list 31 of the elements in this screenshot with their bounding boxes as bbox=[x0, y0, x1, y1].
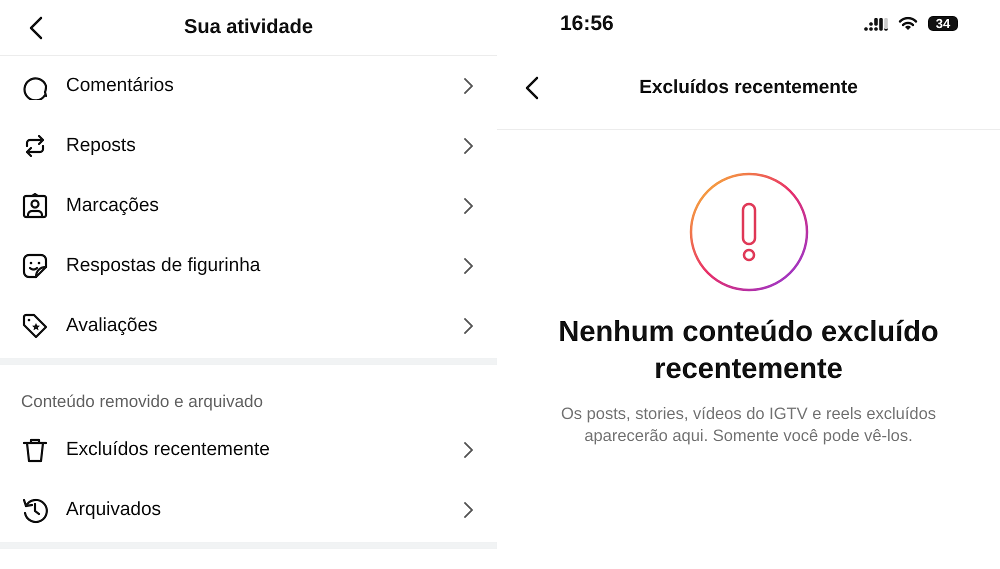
menu-item[interactable]: Avaliações bbox=[0, 296, 497, 356]
empty-description: Os posts, stories, vídeos do IGTV e reels excluídos aparecerão aqui. Somente você pode vê-los. bbox=[560, 404, 938, 447]
page-title: Sua atividade bbox=[183, 16, 314, 39]
trash-icon bbox=[21, 436, 49, 464]
page-title: Excluídos recentemente bbox=[638, 77, 859, 99]
chevron-right-icon bbox=[463, 197, 473, 215]
back-icon[interactable] bbox=[29, 16, 43, 40]
chevron-right-icon bbox=[463, 137, 473, 155]
chevron-right-icon bbox=[463, 441, 473, 459]
chevron-right-icon bbox=[463, 501, 473, 519]
section-heading: Conteúdo removido e arquivado bbox=[20, 391, 264, 413]
signal-icon bbox=[864, 16, 888, 30]
battery-indicator: 34 bbox=[928, 16, 958, 31]
chevron-right-icon bbox=[463, 317, 473, 335]
status-time: 16:56 bbox=[560, 12, 614, 36]
menu-item[interactable]: Reposts bbox=[0, 116, 497, 176]
alert-icon bbox=[688, 172, 808, 292]
wifi-icon bbox=[898, 16, 918, 31]
menu-item[interactable]: Excluídos recentemente bbox=[0, 420, 497, 480]
menu-item[interactable]: Arquivados bbox=[0, 480, 497, 540]
empty-heading: Nenhum conteúdo excluído recentemente bbox=[557, 315, 940, 387]
back-icon[interactable] bbox=[525, 76, 539, 100]
tag-star-icon bbox=[21, 312, 49, 340]
history-icon bbox=[21, 496, 49, 524]
menu-item[interactable]: Respostas de figurinha bbox=[0, 236, 497, 296]
menu-item[interactable]: Marcações bbox=[0, 176, 497, 236]
chevron-right-icon bbox=[463, 257, 473, 275]
menu-item[interactable]: Comentários bbox=[0, 56, 497, 116]
sticker-icon bbox=[21, 252, 49, 280]
person-badge-icon bbox=[21, 192, 49, 220]
chevron-right-icon bbox=[463, 77, 473, 95]
